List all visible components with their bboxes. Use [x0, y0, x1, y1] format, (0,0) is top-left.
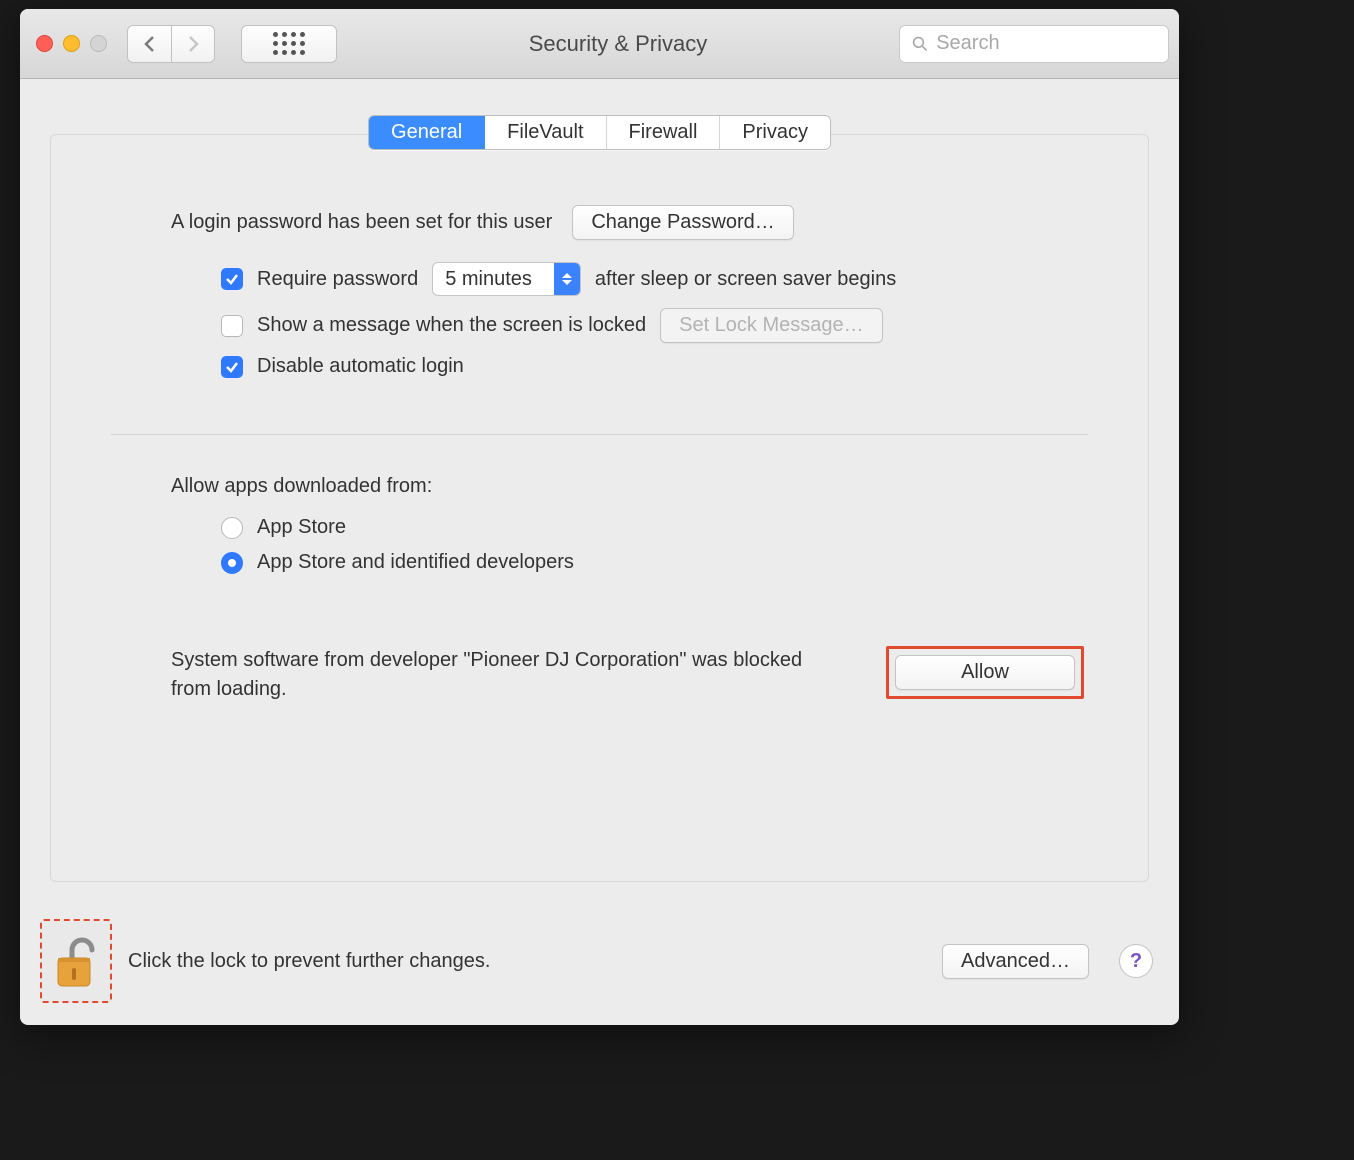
allow-apps-title: Allow apps downloaded from: — [171, 475, 1088, 498]
radio-identified-developers-label: App Store and identified developers — [257, 551, 574, 574]
tab-privacy[interactable]: Privacy — [720, 116, 830, 149]
allow-highlight: Allow — [886, 646, 1084, 699]
close-window-icon[interactable] — [36, 35, 53, 52]
divider — [111, 434, 1088, 435]
chevron-right-icon — [186, 35, 200, 53]
check-icon — [225, 272, 239, 286]
check-icon — [225, 360, 239, 374]
stepper-icon — [554, 263, 580, 295]
forward-button — [171, 25, 215, 63]
help-button[interactable]: ? — [1119, 944, 1153, 978]
titlebar: Security & Privacy — [20, 9, 1179, 79]
lock-button[interactable] — [40, 919, 112, 1003]
require-password-suffix: after sleep or screen saver begins — [595, 268, 896, 291]
login-password-text: A login password has been set for this u… — [171, 211, 552, 234]
search-input[interactable] — [936, 32, 1156, 55]
blocked-software-text: System software from developer "Pioneer … — [171, 646, 831, 704]
tab-general[interactable]: General — [369, 116, 485, 149]
chevron-left-icon — [143, 35, 157, 53]
back-button[interactable] — [127, 25, 171, 63]
advanced-button[interactable]: Advanced… — [942, 944, 1089, 979]
password-delay-value: 5 minutes — [433, 268, 554, 291]
traffic-lights — [36, 35, 107, 52]
disable-auto-login-checkbox[interactable] — [221, 356, 243, 378]
help-icon: ? — [1130, 950, 1142, 973]
set-lock-message-button: Set Lock Message… — [660, 308, 883, 343]
allow-button[interactable]: Allow — [895, 655, 1075, 690]
show-lock-message-checkbox[interactable] — [221, 315, 243, 337]
search-icon — [912, 35, 928, 53]
password-delay-select[interactable]: 5 minutes — [432, 262, 581, 296]
radio-app-store-label: App Store — [257, 516, 346, 539]
general-panel: A login password has been set for this u… — [50, 134, 1149, 882]
tab-filevault[interactable]: FileVault — [485, 116, 606, 149]
grid-icon — [273, 32, 305, 55]
preferences-window: Security & Privacy General FileVault Fir… — [20, 9, 1179, 1025]
lock-hint-text: Click the lock to prevent further change… — [128, 950, 490, 973]
minimize-window-icon[interactable] — [63, 35, 80, 52]
radio-identified-developers[interactable] — [221, 552, 243, 574]
nav-buttons — [127, 25, 215, 63]
tab-firewall[interactable]: Firewall — [607, 116, 721, 149]
require-password-label: Require password — [257, 268, 418, 291]
maximize-window-icon — [90, 35, 107, 52]
radio-app-store[interactable] — [221, 517, 243, 539]
window-title: Security & Privacy — [345, 31, 891, 57]
change-password-button[interactable]: Change Password… — [572, 205, 793, 240]
show-all-button[interactable] — [241, 25, 337, 63]
footer: Click the lock to prevent further change… — [20, 905, 1179, 1025]
disable-auto-login-label: Disable automatic login — [257, 355, 464, 378]
show-lock-message-label: Show a message when the screen is locked — [257, 314, 646, 337]
unlocked-lock-icon — [52, 932, 100, 990]
require-password-checkbox[interactable] — [221, 268, 243, 290]
tab-bar: General FileVault Firewall Privacy — [20, 115, 1179, 150]
search-field[interactable] — [899, 25, 1169, 63]
